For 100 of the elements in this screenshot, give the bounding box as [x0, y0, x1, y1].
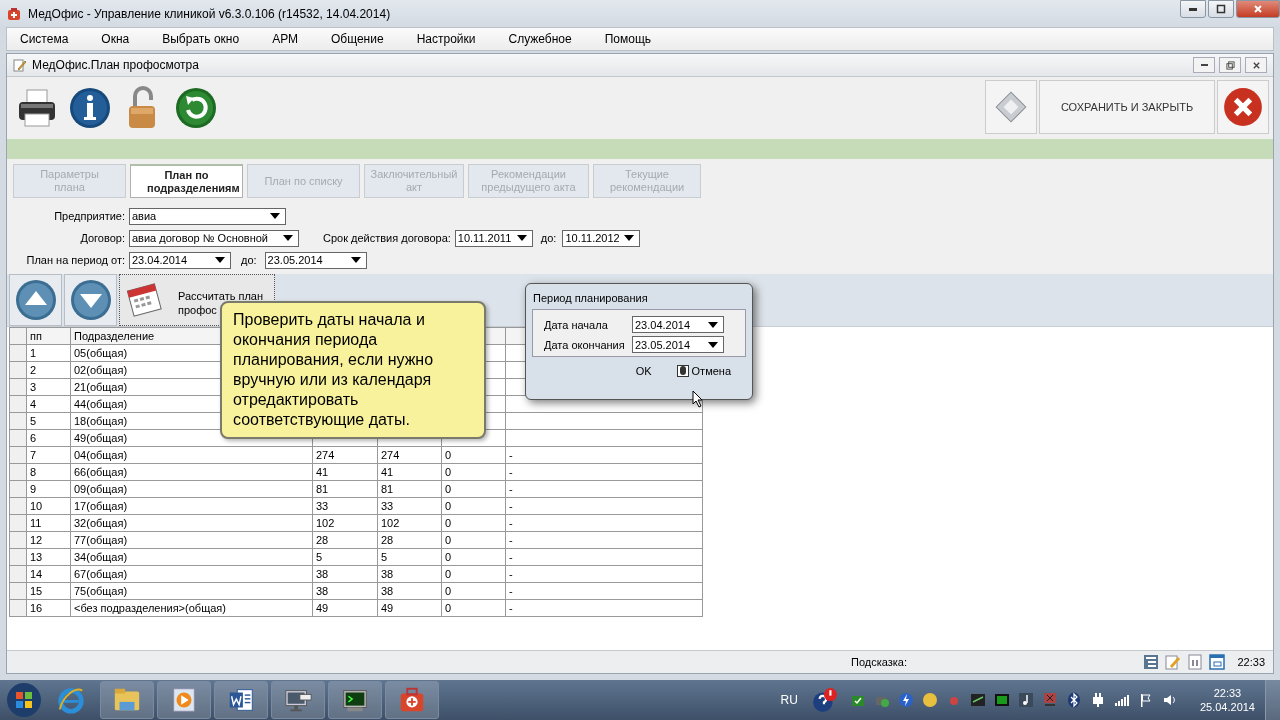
menu-item[interactable]: Помощь	[604, 32, 652, 46]
minimize-button[interactable]	[1193, 57, 1215, 73]
tray-icon[interactable]	[969, 692, 986, 708]
bluetooth-icon[interactable]	[1065, 692, 1082, 708]
info-icon[interactable]	[68, 86, 112, 130]
table-cell: 17(общая)	[74, 500, 128, 512]
date-dropdown[interactable]: 23.04.2014	[632, 316, 724, 333]
close-icon	[1222, 86, 1264, 128]
tab[interactable]: План по подразделениям	[130, 164, 243, 198]
refresh-icon[interactable]	[174, 86, 218, 130]
table-cell: -	[509, 483, 513, 495]
dialog-title: Период планирования	[532, 291, 649, 306]
table-cell: 09(общая)	[74, 483, 128, 495]
table-cell: -	[509, 602, 513, 614]
table-cell: 15	[30, 585, 43, 597]
document-icon[interactable]	[1187, 654, 1204, 670]
table-cell: 18(общая)	[74, 415, 128, 427]
menu-item[interactable]: Общение	[331, 32, 384, 46]
taskbar-button[interactable]	[214, 681, 268, 719]
tray-icon[interactable]	[921, 692, 938, 708]
field-label: Дата начала	[544, 318, 609, 331]
window-icon[interactable]	[1209, 654, 1226, 670]
date-dropdown[interactable]: 10.11.2012	[562, 229, 641, 247]
date-dropdown[interactable]: 23.05.2014	[632, 336, 724, 353]
move-down-button[interactable]	[64, 274, 117, 326]
date-dropdown[interactable]: 10.11.2011	[454, 229, 533, 247]
pencil-icon	[13, 58, 27, 72]
menu-item[interactable]: АРМ	[272, 32, 298, 46]
table-cell: 75(общая)	[74, 585, 128, 597]
enterprise-dropdown[interactable]: авиа	[129, 207, 286, 225]
table-cell: 11	[30, 517, 42, 529]
table-cell: -	[509, 500, 513, 512]
maximize-button[interactable]	[1208, 0, 1234, 18]
table-cell: 0	[445, 534, 452, 546]
lightning-icon[interactable]	[897, 692, 914, 708]
table-cell: 0	[445, 585, 452, 597]
menu-item[interactable]: Окна	[101, 32, 130, 46]
table-cell: 0	[445, 466, 452, 478]
speaker-icon[interactable]	[1161, 692, 1178, 708]
restore-icon	[1225, 60, 1235, 70]
table-cell: 38	[316, 585, 329, 597]
table-cell: 5	[316, 551, 323, 563]
table-cell: 05(общая)	[74, 347, 128, 359]
app-icon	[7, 6, 21, 21]
help-alert-icon[interactable]	[811, 687, 838, 713]
table-cell: 38	[381, 568, 394, 580]
table-cell: 81	[316, 483, 329, 495]
menu-item[interactable]: Служебное	[508, 32, 572, 46]
table-cell: 9	[30, 483, 37, 495]
language-indicator[interactable]: RU	[780, 693, 798, 707]
tray-icon[interactable]	[993, 692, 1010, 708]
table-cell: 04(общая)	[74, 449, 128, 461]
cancel-button[interactable]: Отмена	[688, 365, 734, 377]
table-cell: 5	[381, 551, 388, 563]
close-button[interactable]	[1236, 0, 1280, 18]
table-cell: 0	[445, 517, 452, 529]
table-cell: 6	[30, 432, 37, 444]
save-close-button[interactable]: СОХРАНИТЬ И ЗАКРЫТЬ	[1039, 80, 1215, 134]
date-dropdown[interactable]: 23.05.2014	[264, 251, 367, 269]
table-cell: <без подразделения>(общая)	[74, 602, 226, 614]
close-icon	[1251, 60, 1261, 70]
table-cell: 3	[30, 381, 37, 393]
close-button[interactable]	[1245, 57, 1267, 73]
start-button[interactable]	[6, 682, 42, 718]
minimize-button[interactable]	[1180, 0, 1206, 18]
contract-dropdown[interactable]: авиа договор № Основной	[129, 229, 299, 247]
table-cell: 2	[30, 364, 37, 376]
table-cell: 102	[381, 517, 400, 529]
table-cell: 28	[316, 534, 329, 546]
menu-item[interactable]: Настройки	[416, 32, 476, 46]
date-dropdown[interactable]: 23.04.2014	[129, 251, 231, 269]
music-icon[interactable]	[1017, 692, 1034, 708]
field-label: Срок действия договора:	[323, 232, 451, 244]
move-up-button[interactable]	[9, 274, 62, 326]
list-icon[interactable]	[1143, 654, 1160, 670]
taskbar-button[interactable]	[157, 681, 211, 719]
close-button[interactable]	[1217, 80, 1269, 134]
close-icon	[1253, 4, 1263, 14]
table-cell: 38	[316, 568, 329, 580]
taskbar-button[interactable]	[328, 681, 382, 719]
table-cell: -	[509, 449, 513, 461]
menu-item[interactable]: Система	[20, 32, 69, 46]
clock[interactable]: 22:33 25.04.2014	[1199, 686, 1255, 714]
restore-button[interactable]	[1219, 57, 1241, 73]
table-cell: 102	[316, 517, 335, 529]
browser-icon[interactable]	[56, 685, 86, 715]
cursor-icon	[692, 390, 704, 408]
table-cell: 41	[381, 466, 394, 478]
taskbar-button[interactable]	[385, 681, 439, 719]
table-cell: 02(общая)	[74, 364, 128, 376]
taskbar-button[interactable]	[100, 681, 154, 719]
table-cell: 34(общая)	[74, 551, 128, 563]
minimize-icon	[1200, 64, 1208, 66]
table-cell: 7	[30, 449, 37, 461]
ok-button[interactable]: OK	[632, 365, 655, 377]
hint-tooltip: Проверить даты начала и окончания периода планирования, если нужно вручную или из календаря отредактировать соответствующие даты.	[220, 301, 486, 439]
field-label: План на период от:	[25, 254, 126, 266]
taskbar-button[interactable]	[271, 681, 325, 719]
signal-icon[interactable]	[1113, 692, 1130, 708]
menu-item[interactable]: Выбрать окно	[162, 32, 240, 46]
